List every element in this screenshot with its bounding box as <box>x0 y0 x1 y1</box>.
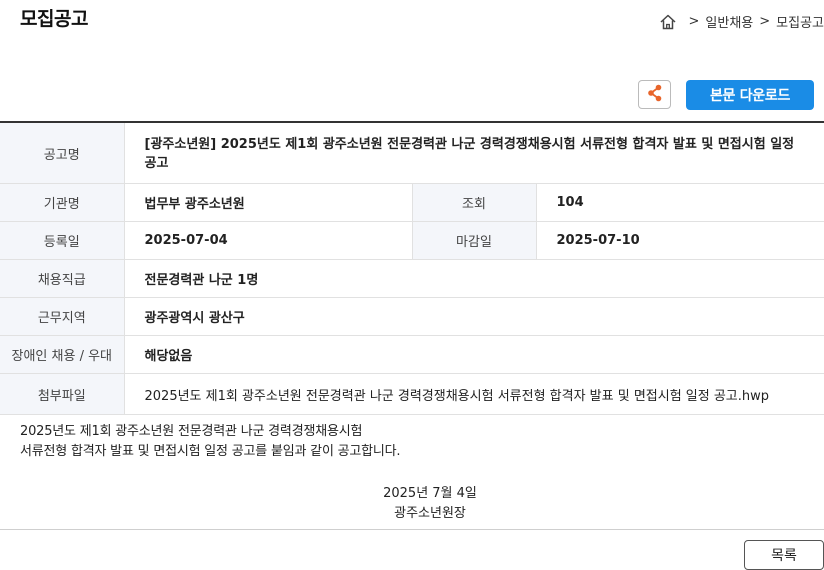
work-region-label: 근무지역 <box>0 297 125 336</box>
list-button[interactable]: 목록 <box>744 540 824 570</box>
notice-info-table: 공고명 [광주소년원] 2025년도 제1회 광주소년원 전문경력관 나군 경력… <box>0 121 824 415</box>
breadcrumb-item-recruitment[interactable]: 모집공고 <box>776 12 824 31</box>
notice-body: 2025년도 제1회 광주소년원 전문경력관 나군 경력경쟁채용시험 서류전형 … <box>20 422 401 462</box>
body-line: 서류전형 합격자 발표 및 면접시험 일정 공고를 붙임과 같이 공고합니다. <box>20 444 401 459</box>
table-row: 등록일 2025-07-04 마감일 2025-07-10 <box>0 221 824 260</box>
share-icon <box>646 83 664 107</box>
table-row: 공고명 [광주소년원] 2025년도 제1회 광주소년원 전문경력관 나군 경력… <box>0 122 824 184</box>
page-title: 모집공고 <box>20 8 88 30</box>
views-label: 조회 <box>412 183 537 222</box>
rank-value: 전문경력관 나군 1명 <box>124 259 824 298</box>
disability-label: 장애인 채용 / 우대 <box>0 335 125 374</box>
divider <box>0 529 824 530</box>
table-row: 근무지역 광주광역시 광산구 <box>0 297 824 336</box>
attachment-link[interactable]: 2025년도 제1회 광주소년원 전문경력관 나군 경력경쟁채용시험 서류전형 … <box>124 373 824 415</box>
breadcrumb-item-general-hiring[interactable]: 일반채용 <box>705 12 753 31</box>
breadcrumb-separator: > <box>759 14 771 29</box>
deadline-value: 2025-07-10 <box>536 221 824 260</box>
agency-value: 법무부 광주소년원 <box>124 183 413 222</box>
agency-label: 기관명 <box>0 183 125 222</box>
attachment-label: 첨부파일 <box>0 373 125 415</box>
home-icon[interactable] <box>659 13 677 31</box>
deadline-label: 마감일 <box>412 221 537 260</box>
share-button[interactable] <box>638 80 671 109</box>
download-body-button[interactable]: 본문 다운로드 <box>686 80 814 110</box>
breadcrumb-separator: > <box>688 14 700 29</box>
registration-date-value: 2025-07-04 <box>124 221 413 260</box>
notice-signature: 광주소년원장 <box>394 506 466 521</box>
notice-date: 2025년 7월 4일 <box>383 486 477 501</box>
rank-label: 채용직급 <box>0 259 125 298</box>
notice-title: [광주소년원] 2025년도 제1회 광주소년원 전문경력관 나군 경력경쟁채용… <box>124 122 824 184</box>
breadcrumb: > 일반채용 > 모집공고 <box>659 12 824 31</box>
disability-value: 해당없음 <box>124 335 824 374</box>
table-row: 기관명 법무부 광주소년원 조회 104 <box>0 183 824 222</box>
table-row: 첨부파일 2025년도 제1회 광주소년원 전문경력관 나군 경력경쟁채용시험 … <box>0 373 824 415</box>
table-row: 채용직급 전문경력관 나군 1명 <box>0 259 824 298</box>
views-value: 104 <box>536 183 824 222</box>
work-region-value: 광주광역시 광산구 <box>124 297 824 336</box>
body-line: 2025년도 제1회 광주소년원 전문경력관 나군 경력경쟁채용시험 <box>20 424 363 439</box>
registration-date-label: 등록일 <box>0 221 125 260</box>
title-label: 공고명 <box>0 122 125 184</box>
table-row: 장애인 채용 / 우대 해당없음 <box>0 335 824 374</box>
